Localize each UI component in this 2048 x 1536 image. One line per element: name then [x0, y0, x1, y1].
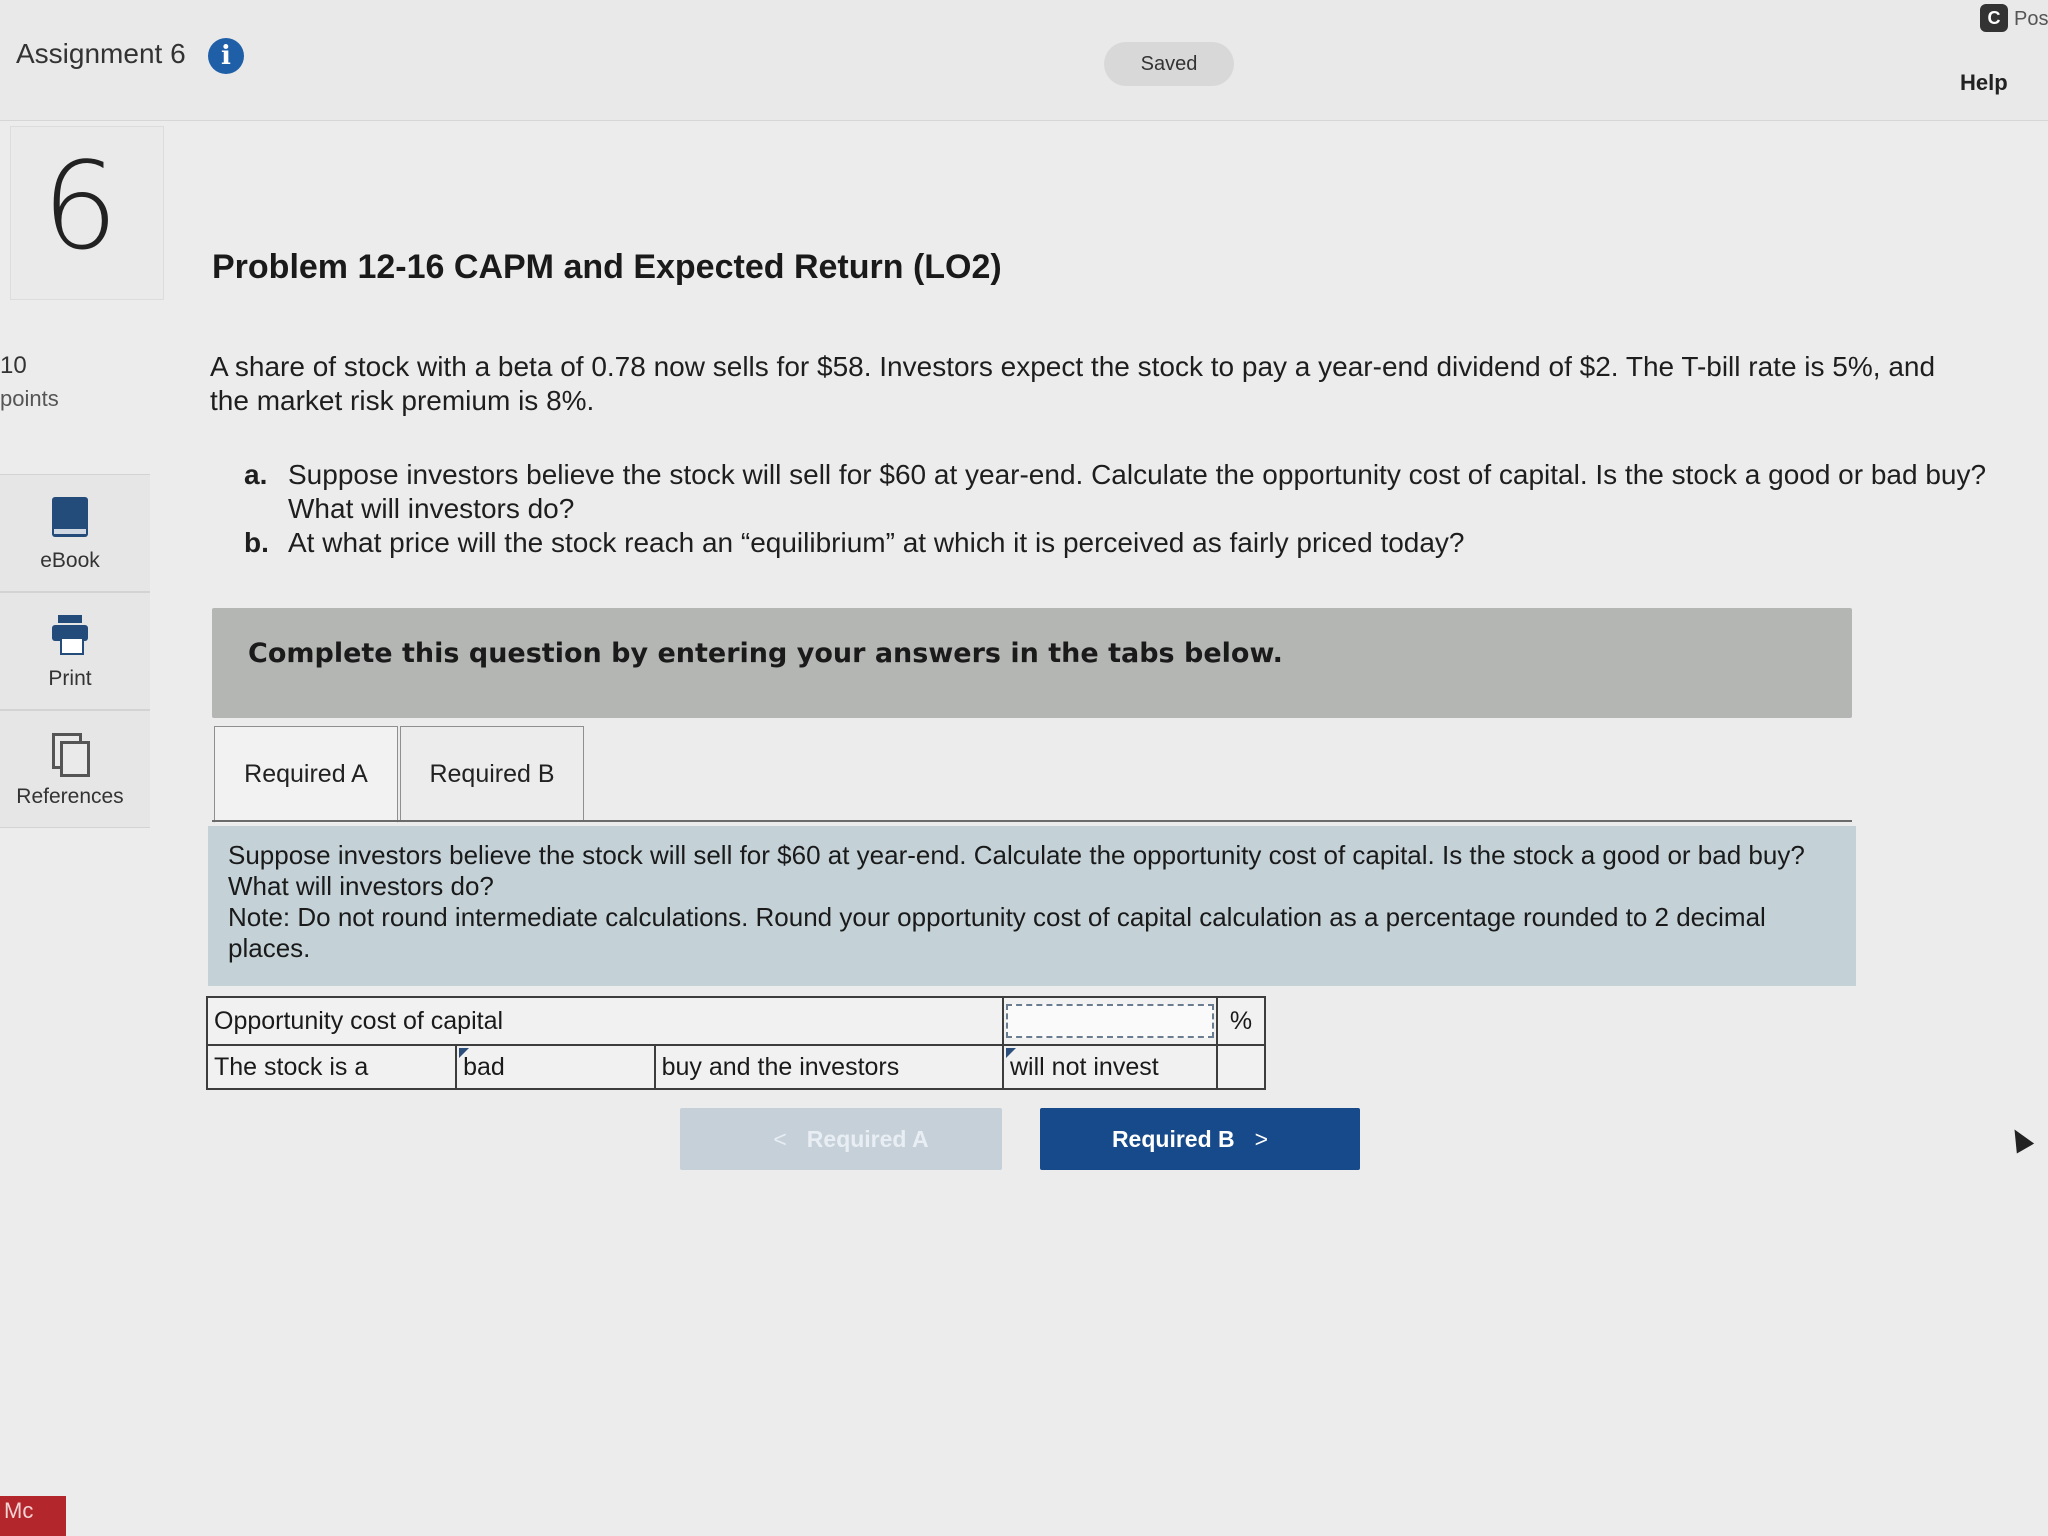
buy-and-investors-label: buy and the investors: [653, 1044, 1005, 1090]
investor-action-dropdown[interactable]: will not invest: [1002, 1044, 1218, 1090]
problem-intro: A share of stock with a beta of 0.78 now…: [210, 351, 1936, 416]
good-bad-dropdown[interactable]: bad: [455, 1044, 656, 1090]
connect-logo-icon: C: [1980, 4, 2008, 32]
tab-required-b[interactable]: Required B: [400, 726, 584, 821]
prev-required-button[interactable]: < Required A: [680, 1108, 1002, 1170]
part-a-letter: a.: [244, 459, 268, 490]
points-value: 10: [0, 352, 27, 379]
top-bar: Assignment 6 i Saved C Pos Help: [0, 0, 2048, 121]
opportunity-cost-cell: [1002, 996, 1218, 1046]
instruction-text: Complete this question by entering your …: [248, 638, 1283, 669]
sidebar-print-label: Print: [48, 667, 92, 690]
assignment-title: Assignment 6: [16, 38, 186, 69]
copy-icon: [52, 733, 90, 777]
sidebar-references-label: References: [16, 785, 124, 808]
saved-status-badge: Saved: [1104, 42, 1234, 86]
sidebar-print-button[interactable]: Print: [0, 592, 150, 710]
empty-cell: [1216, 1044, 1266, 1090]
problem-title: Problem 12-16 CAPM and Expected Return (…: [212, 248, 1002, 286]
pos-label: Pos: [2014, 8, 2048, 30]
prev-required-label: Required A: [806, 1126, 929, 1152]
problem-parts: a. Suppose investors believe the stock w…: [244, 458, 2004, 560]
stock-is-a-label: The stock is a: [205, 1044, 458, 1090]
chevron-left-icon: <: [773, 1126, 787, 1152]
help-link[interactable]: Help: [1960, 70, 2008, 96]
part-b-text: At what price will the stock reach an “e…: [288, 527, 1465, 558]
part-a: a. Suppose investors believe the stock w…: [244, 458, 2004, 526]
part-a-text: Suppose investors believe the stock will…: [288, 459, 1987, 524]
opportunity-cost-label: Opportunity cost of capital: [206, 996, 1003, 1046]
printer-icon: [52, 615, 88, 655]
question-panel-text: Suppose investors believe the stock will…: [228, 840, 1838, 964]
table-row: The stock is a bad buy and the investors…: [205, 1044, 1266, 1090]
info-icon[interactable]: i: [208, 38, 244, 74]
tab-divider: [212, 820, 1852, 822]
mouse-cursor-icon: [2005, 1124, 2035, 1154]
question-panel: Suppose investors believe the stock will…: [208, 826, 1856, 986]
answer-table: Opportunity cost of capital % The stock …: [205, 996, 1266, 1090]
mcgraw-hill-logo: Mc: [0, 1496, 66, 1536]
tab-required-a[interactable]: Required A: [214, 726, 398, 823]
sidebar-ebook-label: eBook: [40, 549, 100, 572]
next-required-button[interactable]: Required B >: [1040, 1108, 1360, 1170]
points-label: points: [0, 386, 59, 411]
panel-prompt: Suppose investors believe the stock will…: [228, 840, 1805, 901]
table-row: Opportunity cost of capital %: [206, 996, 1266, 1046]
sidebar-references-button[interactable]: References: [0, 710, 150, 828]
instruction-bar: Complete this question by entering your …: [212, 608, 1852, 718]
chevron-right-icon: >: [1254, 1126, 1269, 1152]
next-required-label: Required B: [1111, 1126, 1235, 1152]
percent-unit: %: [1216, 996, 1266, 1046]
part-b-letter: b.: [244, 527, 269, 558]
question-number: 6: [42, 138, 119, 277]
opportunity-cost-input[interactable]: [1006, 1004, 1214, 1038]
book-icon: [52, 497, 88, 537]
panel-note: Note: Do not round intermediate calculat…: [228, 902, 1766, 963]
sidebar-ebook-button[interactable]: eBook: [0, 474, 150, 592]
part-b: b. At what price will the stock reach an…: [244, 526, 2004, 560]
